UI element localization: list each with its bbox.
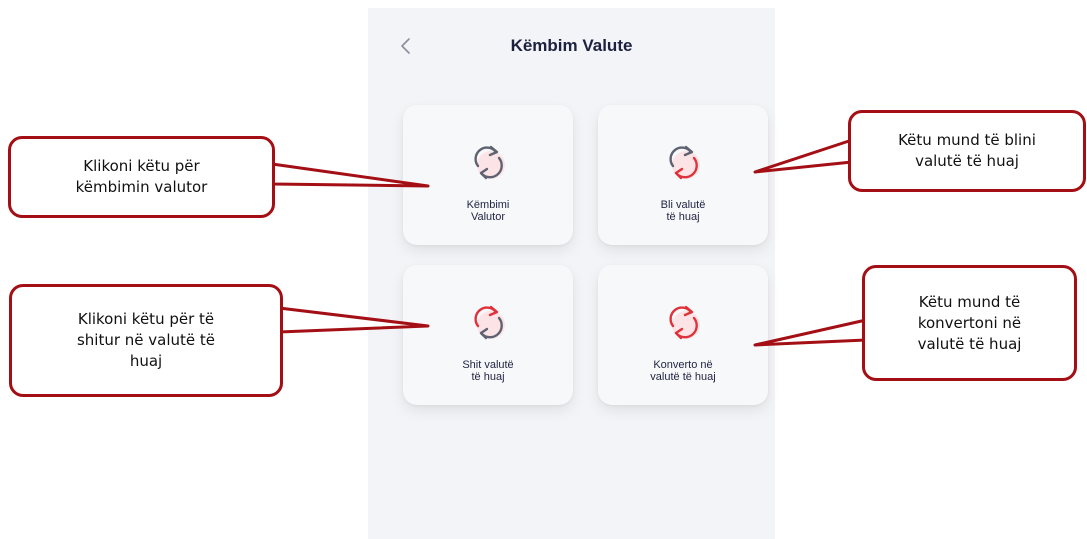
callout-kembimi: Klikoni këtu për këmbimin valutor <box>8 136 275 218</box>
callout-pointer <box>270 162 430 188</box>
callout-shit: Klikoni këtu për të shitur në valutë të … <box>9 284 283 397</box>
callout-bli: Këtu mund të blini valutë të huaj <box>848 110 1086 192</box>
callout-pointer <box>753 318 868 347</box>
callout-pointer <box>753 138 854 174</box>
callout-pointer <box>277 306 430 334</box>
callout-konverto: Këtu mund të konvertoni në valutë të hua… <box>862 265 1077 381</box>
